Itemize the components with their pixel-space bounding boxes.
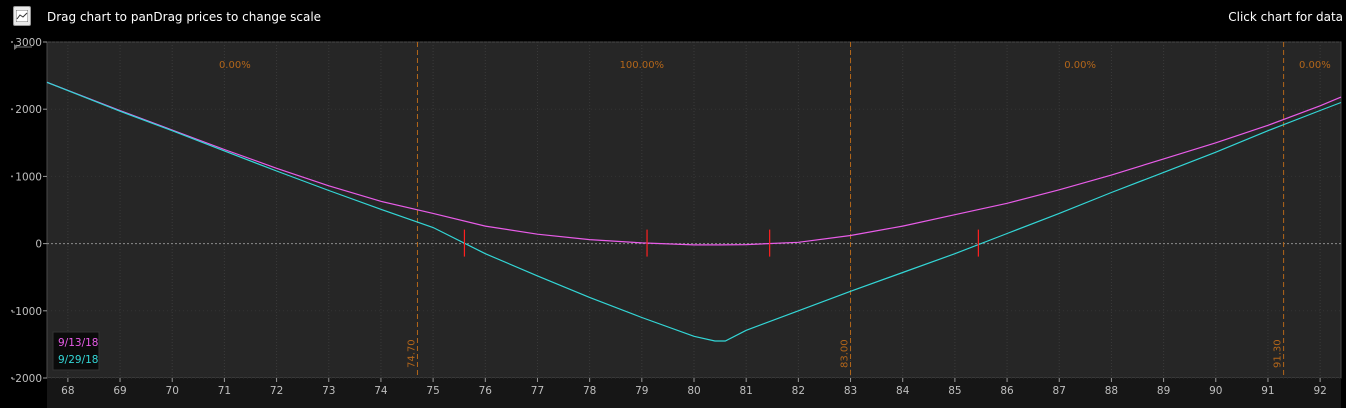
risk-profile-chart[interactable]: 74.70 83.00 91.30 0.00% 100.00% 0.00% 0.00% 300… (0, 38, 1346, 408)
pan-hint-text: Drag chart to panDrag prices to change s… (47, 10, 322, 24)
x-tick-label: 74 (374, 385, 388, 397)
chart-icon[interactable] (13, 6, 31, 26)
price-line-label: 83.00 (840, 339, 851, 368)
x-tick-label: 75 (426, 385, 439, 397)
y-tick-bullet (11, 309, 13, 312)
y-tick-bullet (11, 41, 13, 43)
y-tick-label: 0 (35, 239, 42, 251)
price-line-label: 91.30 (1273, 339, 1284, 368)
y-tick-bullet (11, 175, 13, 178)
chart-svg[interactable]: 74.70 83.00 91.300.00% 100.00% 0.00% 0.00%300… (0, 38, 1346, 408)
y-tick-label: 2000 (15, 104, 42, 116)
x-tick-label: 87 (1053, 385, 1066, 397)
x-tick-label: 70 (166, 385, 179, 397)
probability-label: 0.00% (219, 60, 251, 71)
y-tick-bullet (11, 377, 13, 379)
probability-label: 100.00% (620, 60, 665, 71)
x-tick-label: 84 (896, 385, 910, 397)
x-tick-label: 68 (61, 385, 74, 397)
x-tick-label: 78 (583, 385, 596, 397)
x-tick-label: 92 (1313, 385, 1326, 397)
x-tick-label: 77 (531, 385, 544, 397)
toolbar: Drag chart to panDrag prices to change s… (0, 0, 1346, 34)
x-tick-label: 81 (739, 385, 752, 397)
y-tick-label: -1000 (11, 306, 42, 318)
x-tick-label: 72 (270, 385, 283, 397)
x-tick-label: 73 (322, 385, 335, 397)
x-tick-label: 89 (1157, 385, 1170, 397)
price-line-label: 74.70 (406, 339, 417, 368)
x-tick-label: 90 (1209, 385, 1222, 397)
x-tick-label: 83 (844, 385, 857, 397)
x-tick-label: 80 (687, 385, 700, 397)
click-for-data-text[interactable]: Click chart for data (1228, 10, 1343, 24)
x-tick-label: 76 (479, 385, 493, 397)
y-tick-bullet (11, 108, 13, 111)
x-tick-label: 82 (792, 385, 805, 397)
x-tick-label: 85 (948, 385, 961, 397)
legend-entry-2[interactable]: 9/29/18 (58, 354, 98, 366)
x-tick-label: 79 (635, 385, 648, 397)
legend-entry-1[interactable]: 9/13/18 (58, 337, 98, 349)
probability-label: 0.00% (1299, 60, 1331, 71)
x-tick-label: 91 (1261, 385, 1274, 397)
x-tick-label: 88 (1105, 385, 1118, 397)
x-tick-label: 86 (1000, 385, 1014, 397)
probability-label: 0.00% (1064, 60, 1096, 71)
y-tick-label: -2000 (11, 373, 42, 385)
x-tick-label: 69 (113, 385, 126, 397)
y-tick-label: 1000 (15, 171, 42, 183)
x-tick-label: 71 (218, 385, 231, 397)
